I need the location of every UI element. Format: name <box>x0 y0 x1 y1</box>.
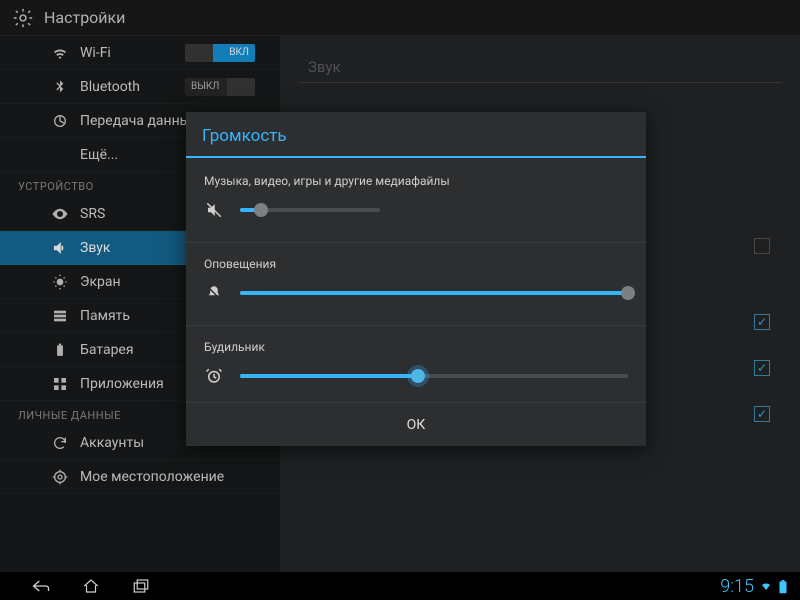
home-button[interactable] <box>80 577 102 595</box>
alarm-icon <box>204 366 224 386</box>
system-navbar: 9:15 <box>0 572 800 600</box>
status-clock-area: 9:15 <box>720 576 800 597</box>
media-volume-slider[interactable] <box>240 208 380 212</box>
back-button[interactable] <box>30 577 52 595</box>
slider-thumb[interactable] <box>411 369 425 383</box>
wifi-status-icon <box>760 580 772 592</box>
slider-thumb[interactable] <box>621 286 635 300</box>
slider-thumb[interactable] <box>254 203 268 217</box>
volume-group-media: Музыка, видео, игры и другие медиафайлы <box>186 166 646 236</box>
divider <box>186 325 646 326</box>
dialog-title-divider <box>186 156 646 158</box>
recent-apps-button[interactable] <box>130 577 152 595</box>
volume-label: Будильник <box>204 340 628 354</box>
volume-group-alarm: Будильник <box>186 332 646 402</box>
volume-label: Музыка, видео, игры и другие медиафайлы <box>204 174 628 188</box>
dialog-ok-button[interactable]: ОК <box>186 402 646 446</box>
divider <box>186 242 646 243</box>
media-mute-icon <box>204 200 224 220</box>
battery-status-icon <box>778 580 790 592</box>
notification-volume-slider[interactable] <box>240 291 628 295</box>
volume-dialog: Громкость Музыка, видео, игры и другие м… <box>186 112 646 446</box>
clock-text: 9:15 <box>720 576 754 597</box>
notification-mute-icon <box>204 283 224 303</box>
volume-label: Оповещения <box>204 257 628 271</box>
volume-group-notification: Оповещения <box>186 249 646 319</box>
dialog-title: Громкость <box>186 112 646 156</box>
alarm-volume-slider[interactable] <box>240 374 628 378</box>
